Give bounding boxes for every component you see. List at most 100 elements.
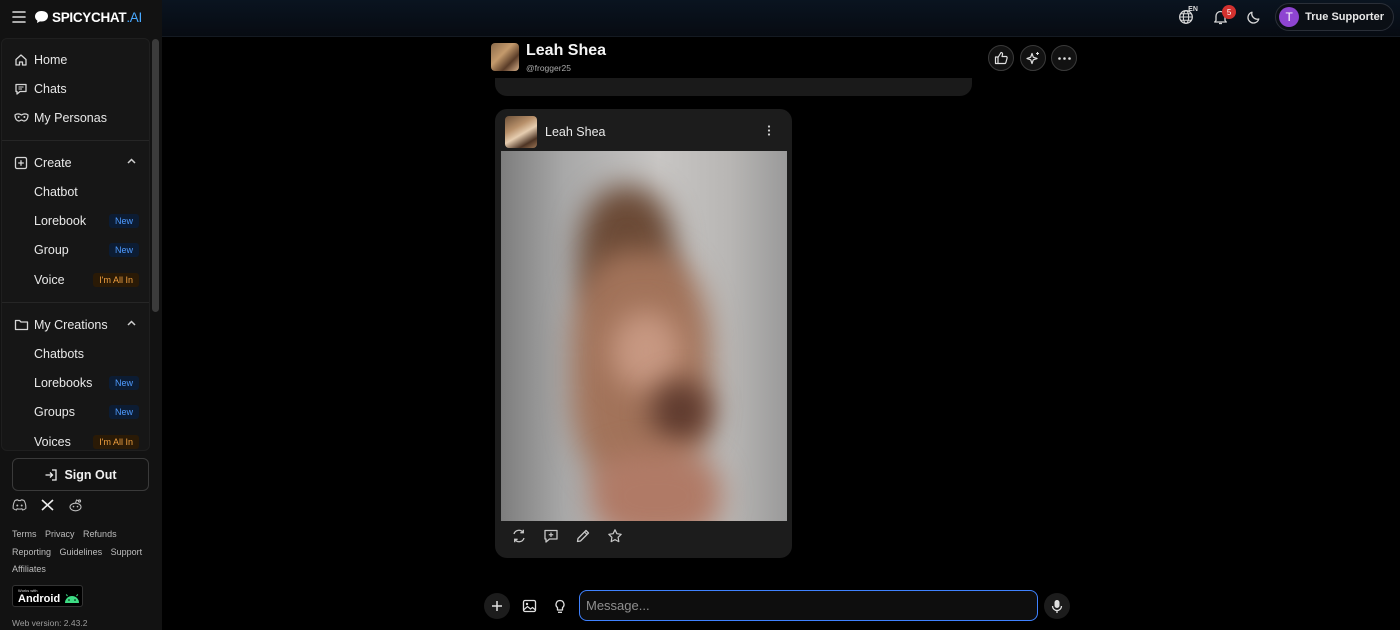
sidebar-nav: Home Chats My Personas Create Chatbot Lo… [1, 38, 150, 451]
character-name[interactable]: Leah Shea [526, 42, 606, 60]
plus-icon [491, 600, 503, 612]
footer-link-privacy[interactable]: Privacy [45, 529, 75, 539]
footer-link-terms[interactable]: Terms [12, 529, 37, 539]
notifications-button[interactable]: 5 [1203, 3, 1237, 31]
sidebar-item-label: Voice [34, 272, 65, 287]
scrollbar-thumb[interactable] [152, 39, 159, 312]
discord-icon[interactable] [12, 499, 27, 512]
chevron-up-icon[interactable] [126, 318, 137, 329]
sidebar-item-label: Lorebook [34, 213, 87, 228]
message-author-name: Leah Shea [545, 125, 606, 139]
sidebar: SPICYCHAT.AI Home Chats My Personas Crea… [0, 0, 162, 630]
sidebar-item-label: Chatbot [34, 184, 78, 199]
sidebar-item-my-personas[interactable]: My Personas [2, 103, 149, 132]
logo-bubble-icon [35, 11, 48, 23]
like-icon [994, 51, 1009, 65]
sidebar-item-voice[interactable]: Voice I'm All In [2, 265, 149, 294]
theme-toggle-button[interactable] [1237, 3, 1271, 31]
social-links [12, 499, 83, 512]
message-input[interactable] [579, 590, 1038, 621]
sidebar-item-chatbot[interactable]: Chatbot [2, 177, 149, 206]
footer-links: Terms Privacy Refunds Reporting Guidelin… [12, 526, 152, 579]
blur-figure-legs [591, 451, 721, 521]
like-button[interactable] [988, 45, 1014, 71]
sparkle-button[interactable] [1020, 45, 1046, 71]
sidebar-item-label: Voices [34, 434, 71, 449]
footer-link-reporting[interactable]: Reporting [12, 547, 51, 557]
new-badge: New [108, 404, 139, 419]
home-icon [14, 53, 28, 67]
language-code: EN [1188, 6, 1198, 13]
sidebar-item-groups[interactable]: Groups New [2, 397, 149, 426]
message-actions [511, 528, 625, 546]
more-options-button[interactable] [1051, 45, 1077, 71]
sidebar-item-home[interactable]: Home [2, 45, 149, 74]
image-button[interactable] [516, 593, 542, 619]
add-attachment-button[interactable] [484, 593, 510, 619]
user-name: True Supporter [1305, 11, 1384, 23]
sidebar-item-lorebook[interactable]: Lorebook New [2, 206, 149, 235]
blur-figure-shadow [651, 381, 711, 441]
footer-link-guidelines[interactable]: Guidelines [60, 547, 103, 557]
message-author-avatar[interactable] [505, 116, 537, 148]
top-bar-actions: EN 5 T True Supporter [1169, 3, 1394, 31]
language-button[interactable]: EN [1169, 3, 1203, 31]
footer-link-refunds[interactable]: Refunds [83, 529, 117, 539]
new-badge: New [108, 242, 139, 257]
footer-link-support[interactable]: Support [111, 547, 143, 557]
star-icon[interactable] [607, 528, 625, 546]
sidebar-item-lorebooks[interactable]: Lorebooks New [2, 368, 149, 397]
regenerate-icon[interactable] [511, 528, 529, 546]
sidebar-section-my-creations[interactable]: My Creations [2, 310, 149, 339]
spicychat-logo[interactable]: SPICYCHAT.AI [34, 10, 142, 25]
microphone-icon [1051, 599, 1063, 614]
blurred-message-image[interactable] [501, 151, 787, 521]
moon-icon [1247, 10, 1261, 24]
sidebar-divider [2, 302, 149, 303]
mask-icon [14, 111, 29, 125]
new-badge: New [108, 375, 139, 390]
x-twitter-icon[interactable] [41, 499, 54, 512]
folder-icon [14, 318, 29, 332]
android-badge-word: Android [18, 592, 61, 605]
sign-out-button[interactable]: Sign Out [12, 458, 149, 491]
footer-link-affiliates[interactable]: Affiliates [12, 564, 46, 574]
android-app-badge[interactable]: Works with Android [12, 585, 83, 607]
sidebar-item-label: Group [34, 242, 69, 257]
chat-header: Leah Shea @frogger25 [490, 40, 1080, 78]
edit-icon[interactable] [575, 528, 593, 546]
suggestion-button[interactable] [547, 593, 573, 619]
brand-suffix: .AI [126, 9, 142, 25]
sidebar-section-create[interactable]: Create [2, 148, 149, 177]
sidebar-item-group[interactable]: Group New [2, 235, 149, 264]
sidebar-item-voices[interactable]: Voices I'm All In [2, 427, 149, 450]
chat-icon [14, 82, 28, 96]
reddit-icon[interactable] [68, 499, 83, 512]
chevron-up-icon[interactable] [126, 156, 137, 167]
sign-out-label: Sign Out [64, 467, 117, 482]
plus-square-icon [14, 156, 28, 170]
message-menu-icon[interactable] [767, 125, 771, 136]
message-card: Leah Shea [495, 109, 792, 558]
voice-input-button[interactable] [1044, 593, 1070, 619]
top-bar: EN 5 T True Supporter [162, 0, 1400, 37]
reply-icon[interactable] [543, 528, 561, 546]
user-menu-button[interactable]: T True Supporter [1275, 3, 1394, 31]
sidebar-item-label: Chats [34, 81, 67, 96]
character-avatar[interactable] [491, 43, 519, 71]
sidebar-item-chatbots[interactable]: Chatbots [2, 339, 149, 368]
sidebar-item-label: Groups [34, 404, 75, 419]
previous-message-bubble [495, 78, 972, 96]
more-horizontal-icon [1057, 56, 1071, 60]
premium-badge: I'm All In [93, 272, 139, 287]
brand-bar: SPICYCHAT.AI [0, 0, 162, 34]
hamburger-menu-icon[interactable] [12, 11, 26, 23]
character-handle[interactable]: @frogger25 [526, 63, 571, 73]
sidebar-item-label: Home [34, 52, 68, 67]
premium-badge: I'm All In [93, 434, 139, 449]
sidebar-item-label: Lorebooks [34, 375, 93, 390]
sidebar-item-chats[interactable]: Chats [2, 74, 149, 103]
sidebar-scrollbar[interactable] [151, 38, 160, 451]
sidebar-item-label: My Personas [34, 110, 107, 125]
brand-name: SPICYCHAT [52, 9, 127, 25]
